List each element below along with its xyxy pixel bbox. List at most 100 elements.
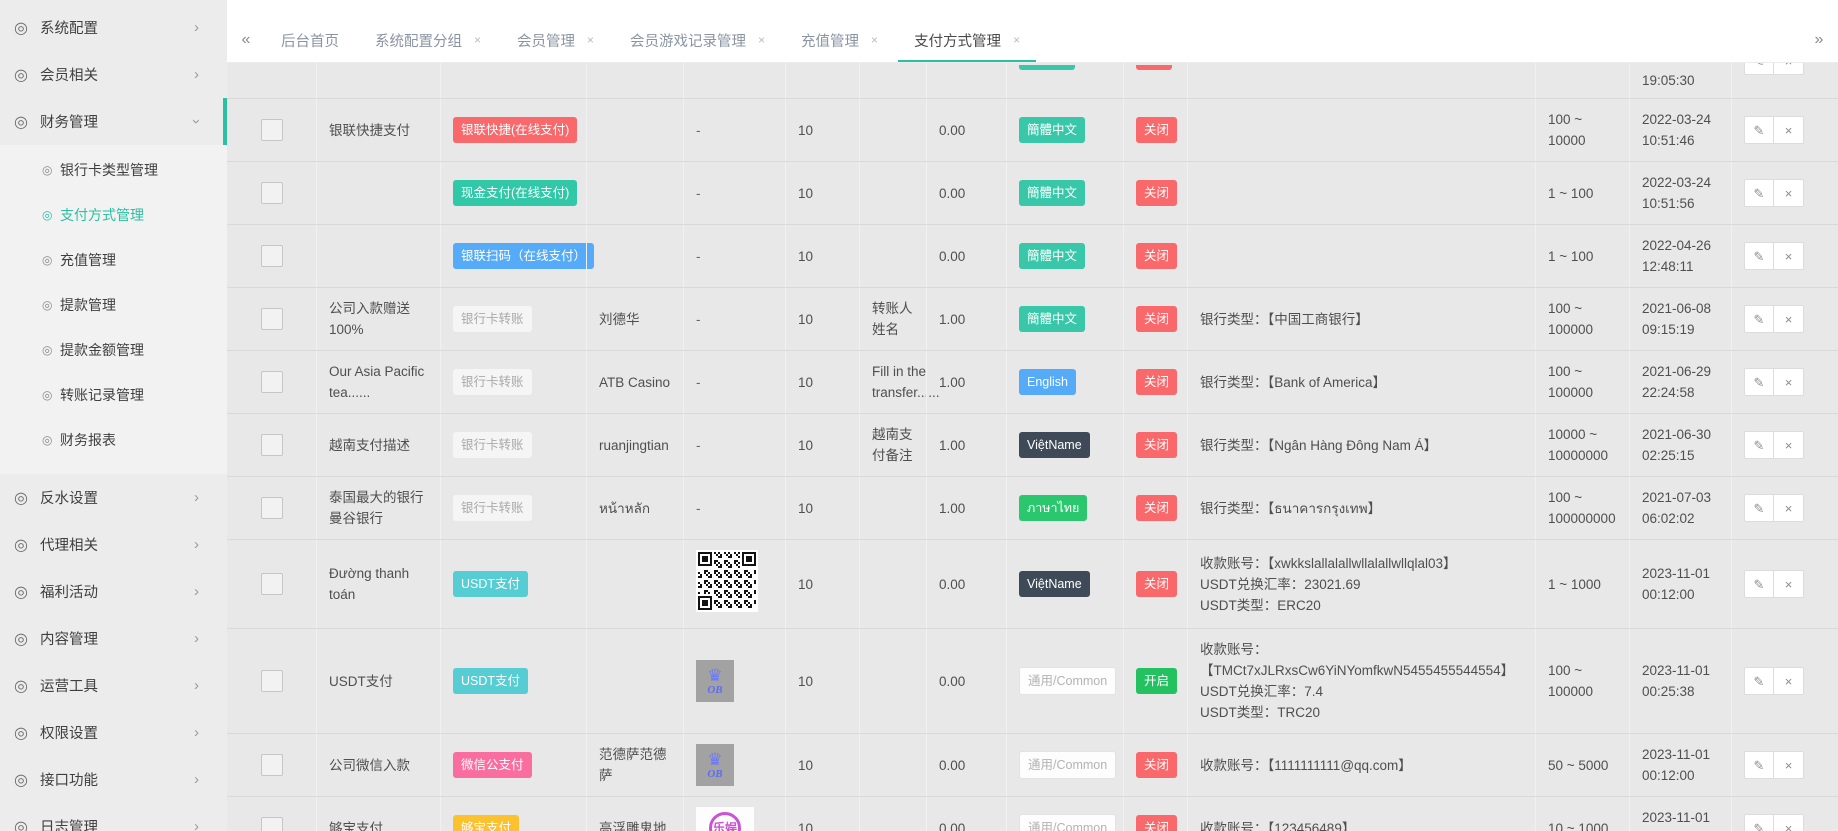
edit-button[interactable]: ✎ [1744,368,1774,396]
delete-button[interactable]: × [1774,570,1804,598]
row-checkbox[interactable] [260,670,283,692]
status-badge[interactable]: 关闭 [1136,180,1178,206]
status-badge[interactable]: 关闭 [1136,117,1178,143]
sidebar-item[interactable]: ◎ 内容管理 › [0,615,227,662]
tab-close-icon[interactable]: × [758,33,765,47]
tab[interactable]: 后台首页 [265,18,355,62]
tab-close-icon[interactable]: × [587,33,594,47]
row-checkbox[interactable] [260,497,283,519]
dash-placeholder: - [696,122,701,138]
sidebar-item[interactable]: ◎ 反水设置 › [0,474,227,521]
row-checkbox[interactable] [260,182,283,204]
tab[interactable]: 会员游戏记录管理 × [614,18,781,62]
empty-cell [683,63,785,98]
edit-button[interactable]: ✎ [1744,242,1774,270]
delete-button[interactable]: × [1774,751,1804,779]
row-checkbox[interactable] [260,573,283,595]
delete-button[interactable]: × [1774,63,1804,75]
sidebar-subitem[interactable]: ◎ 提款金额管理 [0,327,227,372]
count-value: 10 [798,820,814,831]
delete-button[interactable]: × [1774,667,1804,695]
row-checkbox[interactable] [260,434,283,456]
status-badge[interactable]: 关闭 [1136,306,1178,332]
status-cell: 关闭 [1123,540,1187,628]
delete-button[interactable]: × [1774,814,1804,831]
edit-button[interactable]: ✎ [1744,667,1774,695]
count-cell: 10 [785,734,859,796]
sidebar-subitem[interactable]: ◎ 银行卡类型管理 [0,147,227,192]
status-cell [1123,63,1187,98]
action-cell: ✎× [1731,540,1838,628]
payment-type-badge: 银行卡转账 [453,432,532,458]
tab[interactable]: 支付方式管理 × [898,18,1037,62]
sidebar-item[interactable]: ◎ 福利活动 › [0,568,227,615]
tabs-scroll-right-icon[interactable]: » [1800,18,1838,62]
status-cell: 关闭 [1123,225,1187,287]
status-badge[interactable]: 关闭 [1136,495,1178,521]
sidebar-subitem[interactable]: ◎ 提款管理 [0,282,227,327]
row-checkbox[interactable] [260,754,283,776]
row-checkbox[interactable] [260,245,283,267]
sidebar-item[interactable]: ◎ 接口功能 › [0,756,227,803]
delete-button[interactable]: × [1774,305,1804,333]
sidebar-subitem[interactable]: ◎ 支付方式管理 [0,192,227,237]
edit-button[interactable]: ✎ [1744,494,1774,522]
bank-info-cell: 收款账号：【123456489】 [1187,797,1535,831]
tab[interactable]: 会员管理 × [501,18,610,62]
tab-close-icon[interactable]: × [1013,33,1020,47]
delete-button[interactable]: × [1774,179,1804,207]
sidebar-subitem-label: 充值管理 [60,251,116,268]
status-badge[interactable]: 关闭 [1136,369,1178,395]
delete-button[interactable]: × [1774,116,1804,144]
status-badge[interactable]: 关闭 [1136,571,1178,597]
tab-label: 充值管理 [801,33,860,50]
empty-cell [586,63,683,98]
delete-button[interactable]: × [1774,494,1804,522]
status-badge[interactable]: 关闭 [1136,752,1178,778]
edit-button[interactable]: ✎ [1744,179,1774,207]
sidebar-item[interactable]: ◎ 系统配置 › [0,4,227,51]
edit-button[interactable]: ✎ [1744,305,1774,333]
sidebar-subitem[interactable]: ◎ 转账记录管理 [0,372,227,417]
edit-button[interactable]: ✎ [1744,63,1774,75]
edit-button[interactable]: ✎ [1744,751,1774,779]
tab-close-icon[interactable]: × [871,33,878,47]
sidebar-subitem[interactable]: ◎ 充值管理 [0,237,227,282]
status-badge[interactable]: 开启 [1136,668,1178,694]
status-badge[interactable]: 关闭 [1136,815,1178,831]
row-checkbox[interactable] [260,119,283,141]
tabs-scroll-left-icon[interactable]: « [227,18,265,62]
delete-button[interactable]: × [1774,368,1804,396]
menu-icon: ◎ [14,536,28,554]
remark-cell: 越南支付备注 [859,414,926,476]
language-cell: ภาษาไทย [1006,477,1123,539]
empty-cell [859,63,926,98]
tab-close-icon[interactable]: × [474,33,481,47]
sidebar-item[interactable]: ◎ 代理相关 › [0,521,227,568]
delete-button[interactable]: × [1774,431,1804,459]
menu-icon: ◎ [42,252,53,267]
tab[interactable]: 充值管理 × [785,18,894,62]
action-button-group: ✎× [1744,431,1804,459]
edit-button[interactable]: ✎ [1744,116,1774,144]
status-badge[interactable]: 关闭 [1136,432,1178,458]
edit-button[interactable]: ✎ [1744,431,1774,459]
status-badge[interactable]: 关闭 [1136,243,1178,269]
sidebar-item[interactable]: ◎ 运营工具 › [0,662,227,709]
row-checkbox[interactable] [260,371,283,393]
sidebar-item[interactable]: ◎ 财务管理 › [0,98,227,145]
sidebar-item[interactable]: ◎ 会员相关 › [0,51,227,98]
delete-button[interactable]: × [1774,242,1804,270]
tab[interactable]: 系统配置分组 × [359,18,497,62]
sidebar-item[interactable]: ◎ 日志管理 › [0,803,227,831]
sidebar-item[interactable]: ◎ 权限设置 › [0,709,227,756]
row-checkbox[interactable] [260,817,283,831]
sidebar-subitem[interactable]: ◎ 财务报表 [0,417,227,462]
count-value: 10 [798,500,814,516]
edit-button[interactable]: ✎ [1744,814,1774,831]
row-checkbox[interactable] [260,308,283,330]
update-time: 2021-06-30 02:25:15 [1642,427,1712,463]
name-cell: Đường thanh toán [316,540,440,628]
edit-button[interactable]: ✎ [1744,570,1774,598]
limit-cell: 100 ~ 10000 [1535,99,1629,161]
